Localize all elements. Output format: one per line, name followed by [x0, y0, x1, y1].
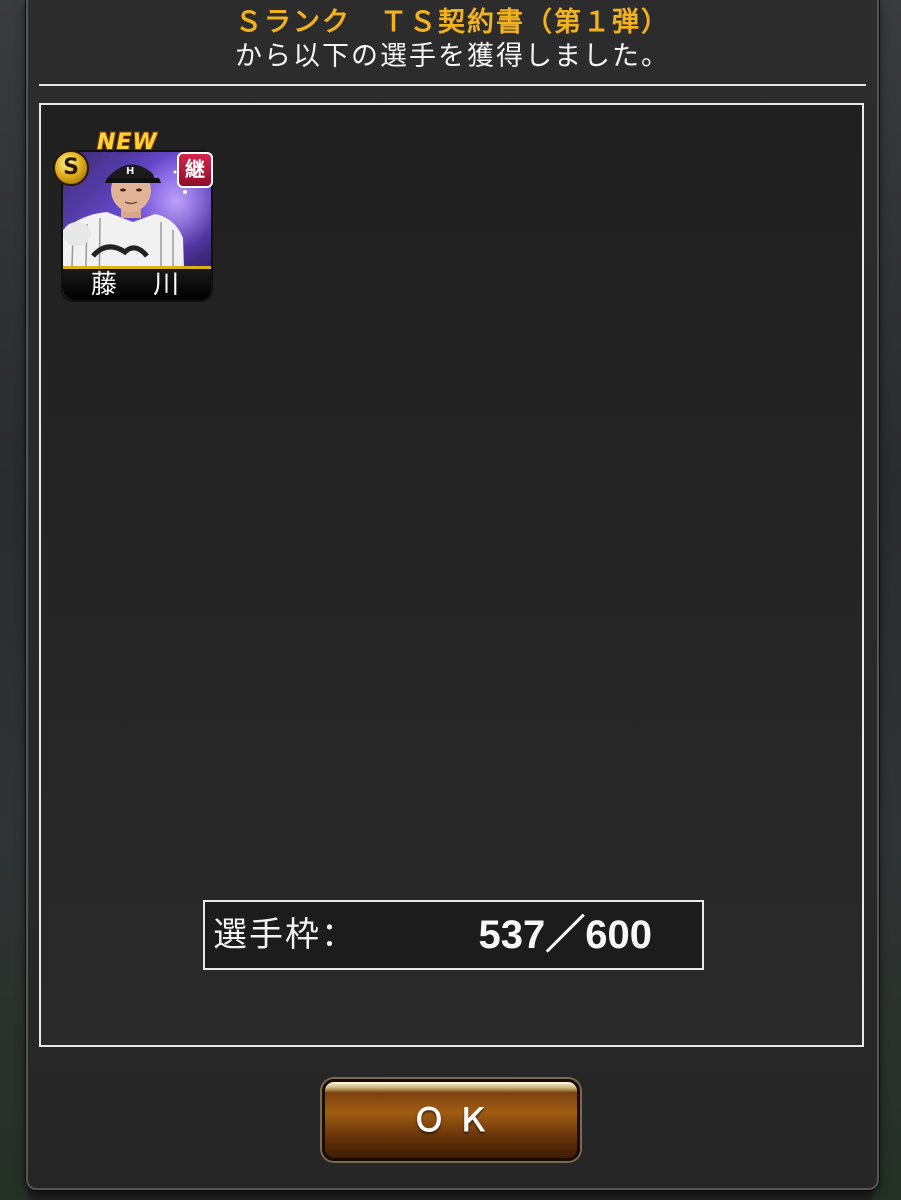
inherit-badge: 継: [177, 152, 213, 188]
svg-text:H: H: [126, 166, 134, 177]
result-dialog: Ｓランク ＴＳ契約書（第１弾） から以下の選手を獲得しました。 H 藤 川 NE…: [26, 0, 879, 1190]
acquired-players-panel: H 藤 川 NEW S 継 選手枠： 537／600: [39, 103, 864, 1047]
dialog-subtitle: から以下の選手を獲得しました。: [235, 41, 670, 72]
player-name: 藤 川: [63, 266, 211, 300]
header-divider: [39, 84, 866, 86]
player-capacity-box: 選手枠： 537／600: [203, 900, 704, 970]
background-left: [0, 0, 28, 1200]
capacity-label: 選手枠：: [213, 915, 357, 955]
dialog-header: Ｓランク ＴＳ契約書（第１弾） から以下の選手を獲得しました。: [28, 6, 877, 74]
player-card[interactable]: H 藤 川 NEW S 継: [51, 130, 221, 302]
dialog-title: Ｓランク ＴＳ契約書（第１弾）: [235, 7, 670, 38]
rank-s-badge: S: [53, 150, 89, 186]
ok-button[interactable]: ＯＫ: [322, 1079, 580, 1161]
game-screen: Ｓランク ＴＳ契約書（第１弾） から以下の選手を獲得しました。 H 藤 川 NE…: [0, 0, 901, 1200]
capacity-value: 537／600: [478, 913, 652, 957]
new-badge: NEW: [97, 130, 158, 155]
